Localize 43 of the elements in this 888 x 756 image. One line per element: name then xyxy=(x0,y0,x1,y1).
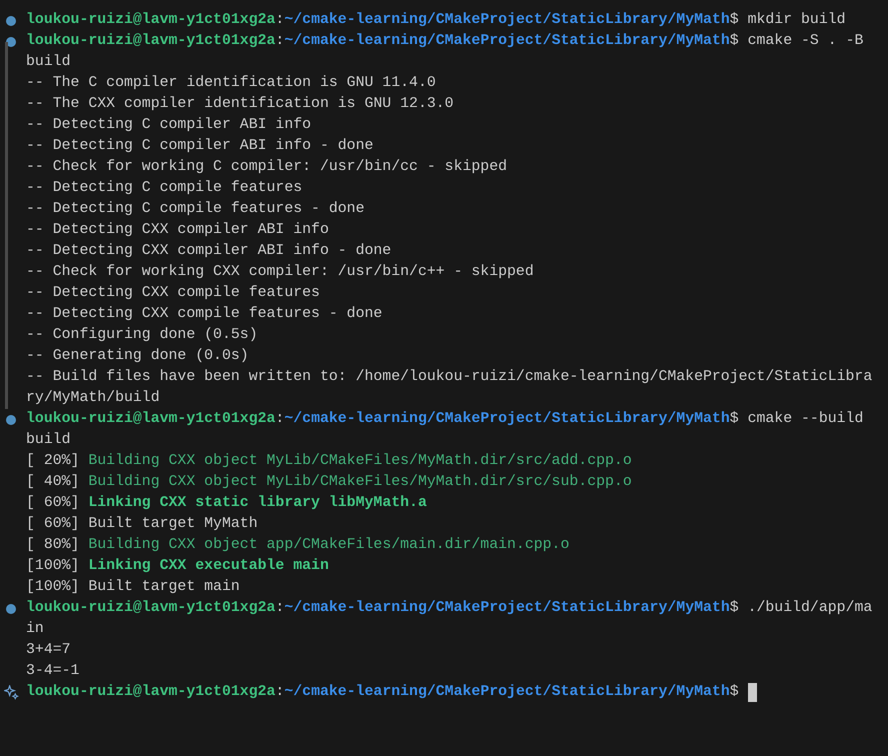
circle-icon[interactable] xyxy=(6,36,16,46)
output-line: -- Detecting CXX compile features - done xyxy=(26,305,382,324)
output-line: -- Check for working C compiler: /usr/bin/cc - skipped xyxy=(26,158,508,177)
output-line: -- Detecting C compile features xyxy=(26,179,302,198)
command-text: build xyxy=(26,53,71,72)
output-line: -- The CXX compiler identification is GNU 12.3.0 xyxy=(26,95,454,114)
output-line: -- The C compiler identification is GNU 11.4.0 xyxy=(26,74,436,93)
output-line: [100%] Built target main xyxy=(26,578,240,597)
text-cursor xyxy=(748,683,757,702)
circle-icon[interactable] xyxy=(6,604,16,614)
output-line: -- Check for working CXX compiler: /usr/bin/c++ - skipped xyxy=(26,263,534,282)
output-line: [ 60%] Linking CXX static library libMyMath.a xyxy=(26,494,427,513)
command-text: ./build/app/ma xyxy=(748,599,872,618)
command-text: cmake --build xyxy=(748,410,864,429)
output-line: -- Generating done (0.0s) xyxy=(26,347,249,366)
prompt: loukou-ruizi@lavm-y1ct01xg2a:~/cmake-learning/CMakeProject/StaticLibrary/MyMath$ xyxy=(26,683,739,702)
command-text: mkdir build xyxy=(748,11,846,30)
command-text: cmake -S . -B xyxy=(748,32,864,51)
output-line: -- Build files have been written to: /home/loukou-ruizi/cmake-learning/CMakeProject/StaticLibra xyxy=(26,368,872,387)
output-line: -- Detecting C compiler ABI info - done xyxy=(26,137,374,156)
circle-icon[interactable] xyxy=(6,414,16,424)
output-line: 3-4=-1 xyxy=(26,662,80,681)
prompt: loukou-ruizi@lavm-y1ct01xg2a:~/cmake-learning/CMakeProject/StaticLibrary/MyMath$ xyxy=(26,11,739,30)
prompt: loukou-ruizi@lavm-y1ct01xg2a:~/cmake-learning/CMakeProject/StaticLibrary/MyMath$ xyxy=(26,410,739,429)
output-line: [100%] Linking CXX executable main xyxy=(26,557,329,576)
output-line: [ 80%] Building CXX object app/CMakeFiles/main.dir/main.cpp.o xyxy=(26,536,570,555)
output-line: -- Configuring done (0.5s) xyxy=(26,326,258,345)
output-line: -- Detecting C compile features - done xyxy=(26,200,364,219)
output-line: [ 60%] Built target MyMath xyxy=(26,515,258,534)
sparkle-icon[interactable] xyxy=(4,685,18,700)
output-line: -- Detecting CXX compile features xyxy=(26,284,320,303)
output-line: [ 40%] Building CXX object MyLib/CMakeFiles/MyMath.dir/src/sub.cpp.o xyxy=(26,473,632,492)
prompt: loukou-ruizi@lavm-y1ct01xg2a:~/cmake-learning/CMakeProject/StaticLibrary/MyMath$ xyxy=(26,32,739,51)
output-line: [ 20%] Building CXX object MyLib/CMakeFiles/MyMath.dir/src/add.cpp.o xyxy=(26,452,632,471)
prompt: loukou-ruizi@lavm-y1ct01xg2a:~/cmake-learning/CMakeProject/StaticLibrary/MyMath$ xyxy=(26,599,739,618)
output-line: -- Detecting CXX compiler ABI info - done xyxy=(26,242,392,261)
command-text: build xyxy=(26,431,71,450)
output-line: ry/MyMath/build xyxy=(26,389,160,408)
circle-icon[interactable] xyxy=(6,16,16,26)
output-line: 3+4=7 xyxy=(26,641,71,660)
output-line: -- Detecting C compiler ABI info xyxy=(26,116,312,135)
command-text: in xyxy=(26,620,44,639)
output-line: -- Detecting CXX compiler ABI info xyxy=(26,221,329,240)
